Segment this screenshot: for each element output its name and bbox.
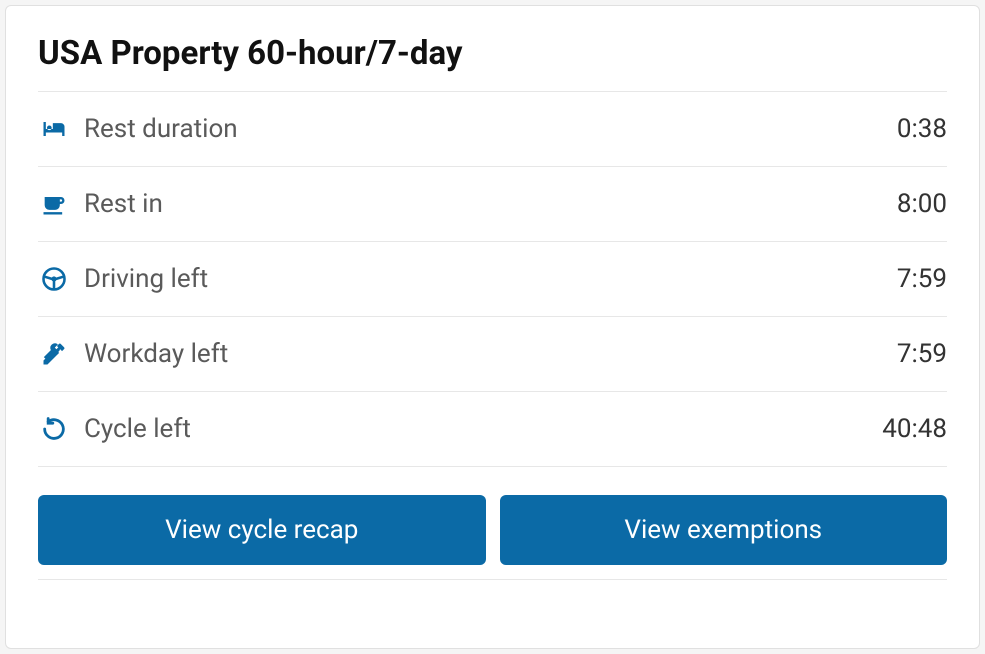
value-workday-left: 7:59 [897, 339, 947, 369]
label-driving-left: Driving left [84, 264, 208, 294]
view-exemptions-button[interactable]: View exemptions [500, 495, 948, 565]
value-cycle-left: 40:48 [882, 414, 947, 444]
view-cycle-recap-button[interactable]: View cycle recap [38, 495, 486, 565]
value-driving-left: 7:59 [897, 264, 947, 294]
coffee-icon [38, 190, 70, 218]
bed-icon [38, 115, 70, 143]
value-rest-duration: 0:38 [897, 114, 947, 144]
tools-icon [38, 340, 70, 368]
label-workday-left: Workday left [84, 339, 228, 369]
hos-summary-card: USA Property 60-hour/7-day Rest duration… [5, 5, 980, 649]
row-workday-left: Workday left 7:59 [38, 317, 947, 392]
steering-wheel-icon [38, 265, 70, 293]
row-driving-left: Driving left 7:59 [38, 242, 947, 317]
label-rest-in: Rest in [84, 189, 163, 219]
card-title: USA Property 60-hour/7-day [38, 34, 947, 92]
cycle-icon [38, 415, 70, 443]
label-rest-duration: Rest duration [84, 114, 238, 144]
row-rest-duration: Rest duration 0:38 [38, 92, 947, 167]
label-cycle-left: Cycle left [84, 414, 191, 444]
value-rest-in: 8:00 [897, 189, 947, 219]
row-cycle-left: Cycle left 40:48 [38, 392, 947, 467]
row-rest-in: Rest in 8:00 [38, 167, 947, 242]
actions-row: View cycle recap View exemptions [38, 467, 947, 580]
